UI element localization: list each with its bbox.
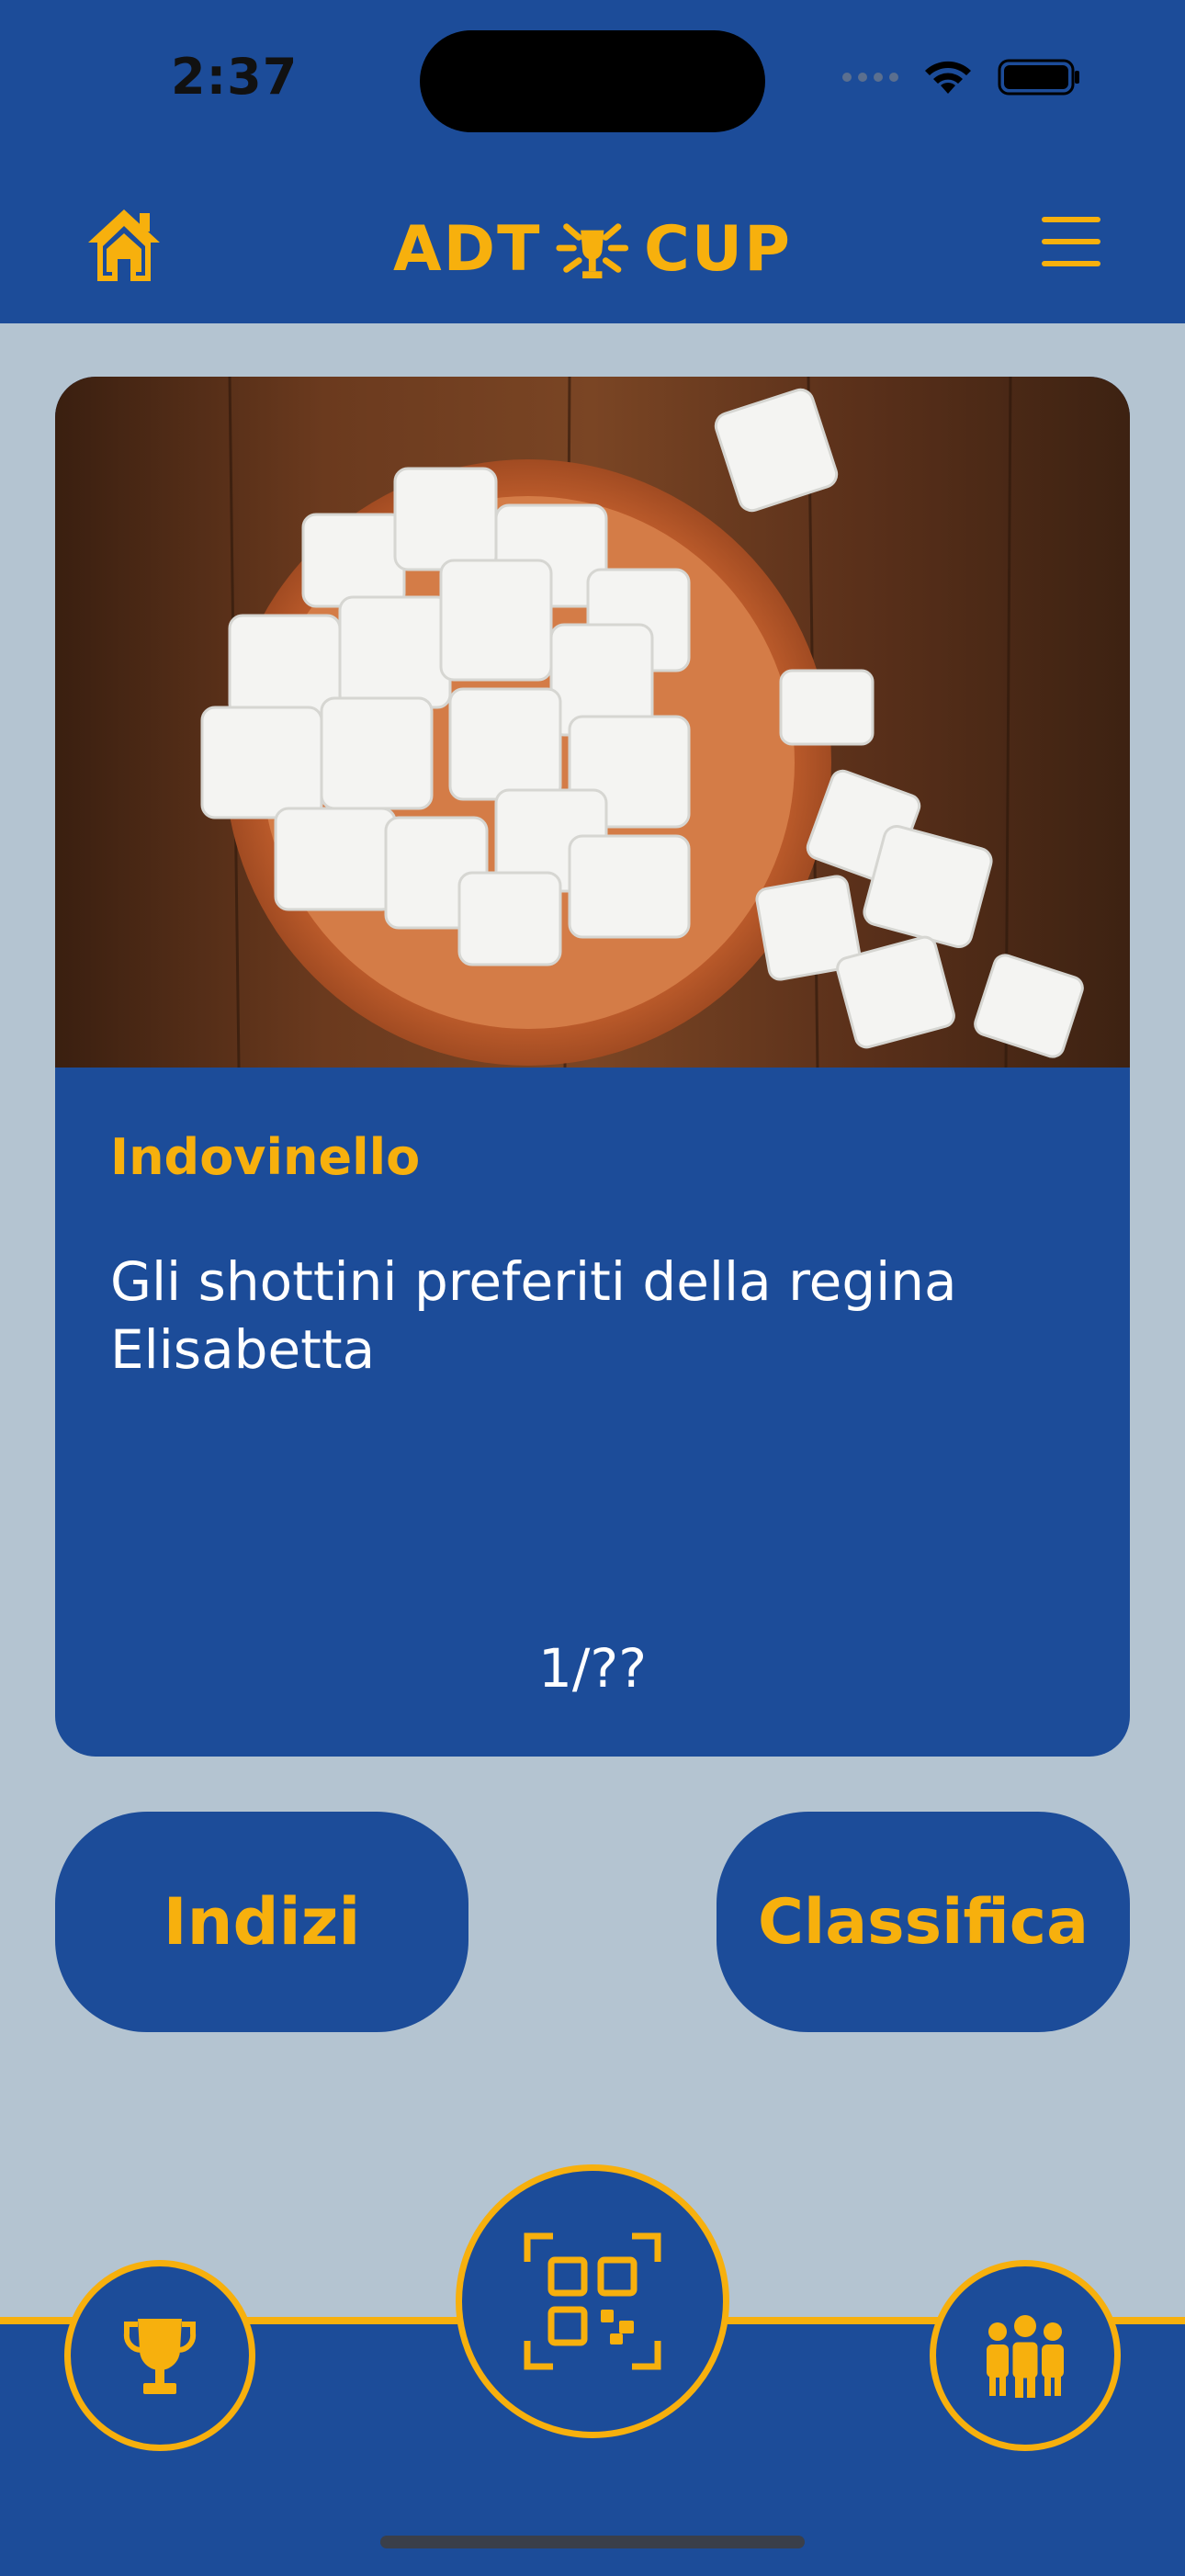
trophy-burst-icon — [556, 223, 629, 279]
trophy-nav-button[interactable] — [64, 2260, 255, 2451]
team-icon — [987, 2315, 1064, 2398]
scan-qr-button[interactable] — [456, 2164, 729, 2438]
riddle-card: Indovinello Gli shottini preferiti della… — [55, 377, 1130, 1757]
riddle-text: Gli shottini preferiti della regina Elis… — [110, 1250, 957, 1381]
app-logo: ADT CUP — [393, 209, 792, 288]
riddle-image — [55, 377, 1130, 1068]
hints-button[interactable]: Indizi — [55, 1812, 468, 2032]
trophy-icon — [123, 2319, 197, 2394]
team-nav-button[interactable] — [930, 2260, 1121, 2451]
app-header: ADT CUP — [0, 184, 1185, 323]
status-bar: 2:37 — [0, 0, 1185, 184]
riddle-title: Indovinello — [110, 1128, 421, 1186]
status-time: 2:37 — [171, 48, 299, 106]
signal-icon — [842, 73, 898, 82]
status-icons — [842, 57, 1082, 97]
home-indicator — [380, 2536, 805, 2548]
battery-icon — [998, 59, 1079, 96]
hamburger-menu-icon — [1042, 217, 1100, 266]
wifi-icon — [925, 61, 971, 94]
riddle-counter: 1/?? — [537, 1637, 647, 1700]
ranking-button[interactable]: Classifica — [717, 1812, 1130, 2032]
home-icon — [88, 209, 160, 281]
menu-button[interactable] — [1038, 209, 1104, 274]
logo-text-left: ADT — [393, 212, 542, 286]
logo-text-right: CUP — [644, 212, 792, 286]
home-button[interactable] — [85, 206, 164, 283]
qr-scan-icon — [524, 2232, 661, 2370]
dynamic-island — [420, 30, 765, 132]
